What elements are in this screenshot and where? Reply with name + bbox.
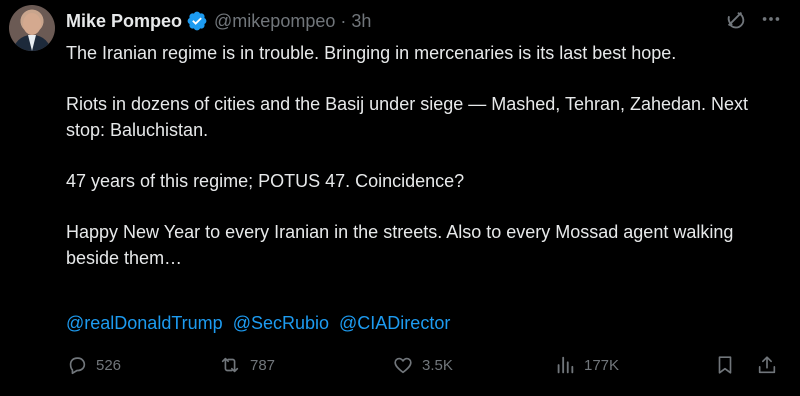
reply-button[interactable]: 526 bbox=[66, 354, 121, 376]
author-handle[interactable]: @mikepompeo bbox=[214, 11, 335, 32]
bookmark-button[interactable] bbox=[714, 354, 736, 376]
reply-icon bbox=[69, 357, 86, 375]
timestamp[interactable]: 3h bbox=[351, 11, 371, 32]
share-icon bbox=[758, 356, 776, 374]
like-button[interactable]: 3.5K bbox=[392, 354, 453, 376]
repost-count: 787 bbox=[250, 356, 276, 374]
tweet-paragraph: Riots in dozens of cities and the Basij … bbox=[66, 94, 749, 140]
mention-link[interactable]: @realDonaldTrump bbox=[66, 313, 223, 333]
repost-icon bbox=[221, 357, 239, 373]
tweet-paragraph: 47 years of this regime; POTUS 47. Coinc… bbox=[66, 171, 465, 191]
repost-button[interactable]: 787 bbox=[218, 354, 275, 376]
tweet-paragraph: Happy New Year to every Iranian in the s… bbox=[66, 222, 734, 268]
share-button[interactable] bbox=[756, 354, 778, 376]
tweet-header: Mike Pompeo @mikepompeo · 3h bbox=[66, 9, 371, 33]
tweet: Mike Pompeo @mikepompeo · 3h The Iranian… bbox=[0, 0, 800, 396]
tweet-text: The Iranian regime is in trouble. Bringi… bbox=[66, 40, 786, 296]
bookmark-icon bbox=[718, 356, 732, 374]
mention-link[interactable]: @SecRubio bbox=[233, 313, 329, 333]
views-button[interactable]: 177K bbox=[554, 354, 619, 376]
like-icon bbox=[394, 357, 412, 374]
top-actions bbox=[724, 8, 782, 30]
verified-badge-icon bbox=[187, 11, 207, 31]
tweet-paragraph: The Iranian regime is in trouble. Bringi… bbox=[66, 43, 677, 63]
action-bar: 526 787 3.5K 177K bbox=[66, 354, 786, 384]
header-separator: · bbox=[340, 10, 347, 31]
reply-count: 526 bbox=[96, 356, 122, 374]
author-name[interactable]: Mike Pompeo bbox=[66, 11, 182, 32]
views-icon bbox=[557, 356, 574, 374]
views-count: 177K bbox=[584, 356, 620, 374]
like-count: 3.5K bbox=[422, 356, 453, 374]
avatar[interactable] bbox=[9, 5, 55, 51]
grok-icon[interactable] bbox=[724, 8, 746, 30]
mentions: @realDonaldTrump @SecRubio @CIADirector bbox=[66, 313, 455, 334]
mention-link[interactable]: @CIADirector bbox=[339, 313, 450, 333]
more-icon[interactable] bbox=[760, 8, 782, 30]
avatar-head bbox=[23, 13, 41, 35]
